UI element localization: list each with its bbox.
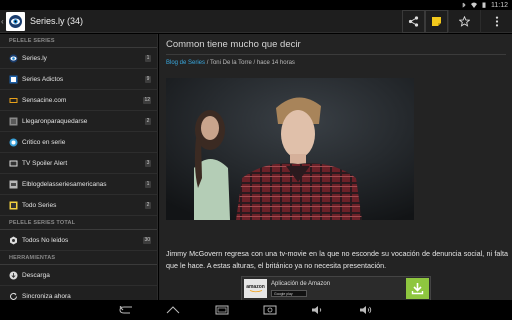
series-ly-icon [9, 54, 18, 63]
home-icon [166, 306, 180, 314]
section-header-pelele-series-total: PELELE SERIES TOTAL [0, 216, 157, 230]
system-nav-bar [0, 300, 512, 320]
sidebar-item-critico-en-serie[interactable]: Critico en serie [0, 132, 157, 153]
nav-back-button[interactable] [118, 304, 134, 316]
sidebar-item-label: Critico en serie [22, 138, 66, 146]
volume-down-icon [312, 306, 322, 314]
status-time: 11:12 [491, 1, 508, 9]
download-icon [9, 271, 18, 280]
sidebar-item-tv-spoiler-alert[interactable]: TV Spoiler Alert 3 [0, 153, 157, 174]
screenshot-icon [263, 305, 277, 315]
todo-series-icon [9, 201, 18, 210]
article-time: hace 14 horas [256, 60, 295, 66]
sidebar-item-label: Todos No leidos [22, 236, 69, 244]
status-icons: 11:12 [461, 0, 508, 10]
source-link[interactable]: Blog de Series [166, 60, 205, 66]
unread-count-badge: 9 [145, 76, 151, 83]
sidebar-item-llegaronparaquedarse[interactable]: Llegaronparaquedarse 2 [0, 111, 157, 132]
app-title: Series.ly (34) [30, 16, 84, 26]
meta-separator: / [253, 60, 256, 66]
article-author: Toni De la Torre [209, 60, 252, 66]
sidebar-item-todos-no-leidos[interactable]: Todos No leidos 30 [0, 230, 157, 251]
nav-volume-up-button[interactable] [358, 304, 374, 316]
status-bar: 11:12 [0, 0, 512, 10]
llegaron-icon [9, 117, 18, 126]
sticky-note-button[interactable] [425, 10, 448, 33]
nav-volume-down-button[interactable] [310, 304, 326, 316]
battery-icon [482, 2, 486, 8]
nav-recents-button[interactable] [214, 304, 230, 316]
article-title: Common tiene mucho que decir [166, 39, 301, 50]
sidebar-item-series-adictos[interactable]: Series Adictos 9 [0, 69, 157, 90]
title-divider [166, 54, 506, 55]
amazon-smile-icon [249, 290, 262, 293]
ad-download-button[interactable] [406, 278, 429, 299]
overflow-menu-button[interactable] [480, 10, 512, 33]
star-button[interactable] [448, 10, 480, 33]
section-header-pelele-series: PELELE SERIES [0, 34, 157, 48]
sidebar-item-sincroniza-ahora[interactable]: Sincroniza ahora [0, 286, 157, 300]
sidebar-item-elblogdelasseriesamericanas[interactable]: Elblogdelasseriesamericanas 1 [0, 174, 157, 195]
download-arrow-icon [411, 283, 424, 295]
unread-count-badge: 2 [145, 202, 151, 209]
meta-separator: / [206, 60, 209, 66]
action-bar: ‹ Series.ly (34) [0, 10, 512, 33]
unread-count-badge: 12 [143, 97, 151, 104]
back-chevron-icon[interactable]: ‹ [1, 17, 4, 26]
sidebar-item-label: Sincroniza ahora [22, 292, 71, 300]
ad-banner[interactable]: amazon Aplicación de Amazon Google play [241, 276, 431, 300]
series-ly-logo-icon [9, 15, 22, 28]
article-photo [166, 78, 414, 220]
sidebar-item-label: Sensacine.com [22, 96, 67, 104]
tv-spoiler-icon [9, 159, 18, 168]
recents-icon [215, 305, 229, 315]
sidebar: PELELE SERIES Series.ly 1 Series Adictos… [0, 34, 158, 300]
nav-screenshot-button[interactable] [262, 304, 278, 316]
unread-count-badge: 2 [145, 118, 151, 125]
sensacine-icon [9, 96, 18, 105]
more-vert-icon [495, 16, 498, 27]
share-icon [408, 16, 419, 27]
sidebar-item-label: Series Adictos [22, 75, 64, 83]
todos-icon [9, 236, 18, 245]
sidebar-item-label: Elblogdelasseriesamericanas [22, 180, 107, 188]
unread-count-badge: 3 [145, 160, 151, 167]
article-meta: Blog de Series / Toni De la Torre / hace… [166, 60, 295, 66]
sync-icon [9, 292, 18, 301]
app-logo[interactable] [6, 12, 25, 31]
ad-text: Aplicación de Amazon [271, 281, 331, 287]
sidebar-item-label: Todo Series [22, 201, 57, 209]
sidebar-item-label: TV Spoiler Alert [22, 159, 68, 167]
sticky-note-icon [432, 17, 441, 26]
series-adictos-icon [9, 75, 18, 84]
action-buttons [402, 10, 512, 33]
amazon-logo: amazon [244, 279, 267, 298]
unread-count-badge: 1 [145, 181, 151, 188]
bluetooth-icon [462, 2, 466, 8]
sidebar-item-label: Llegaronparaquedarse [22, 117, 88, 125]
volume-up-icon [360, 306, 372, 314]
unread-count-badge: 30 [143, 237, 151, 244]
article-body: Jimmy McGovern regresa con una tv-movie … [166, 249, 508, 270]
sidebar-item-label: Descarga [22, 271, 50, 279]
star-outline-icon [459, 16, 470, 27]
share-button[interactable] [402, 10, 425, 33]
back-arrow-icon [119, 306, 132, 314]
sidebar-item-descarga[interactable]: Descarga [0, 265, 157, 286]
article-image[interactable] [166, 78, 414, 220]
nav-home-button[interactable] [165, 304, 181, 316]
sidebar-item-label: Series.ly [22, 54, 47, 62]
article-pane: Common tiene mucho que decir Blog de Ser… [159, 34, 512, 300]
sidebar-item-sensacine[interactable]: Sensacine.com 12 [0, 90, 157, 111]
google-play-badge: Google play [271, 290, 307, 297]
critico-icon [9, 138, 18, 147]
sidebar-item-todo-series[interactable]: Todo Series 2 [0, 195, 157, 216]
unread-count-badge: 1 [145, 55, 151, 62]
sidebar-item-series-ly[interactable]: Series.ly 1 [0, 48, 157, 69]
wifi-icon [471, 2, 477, 8]
blog-series-icon [9, 180, 18, 189]
section-header-herramientas: HERRAMIENTAS [0, 251, 157, 265]
